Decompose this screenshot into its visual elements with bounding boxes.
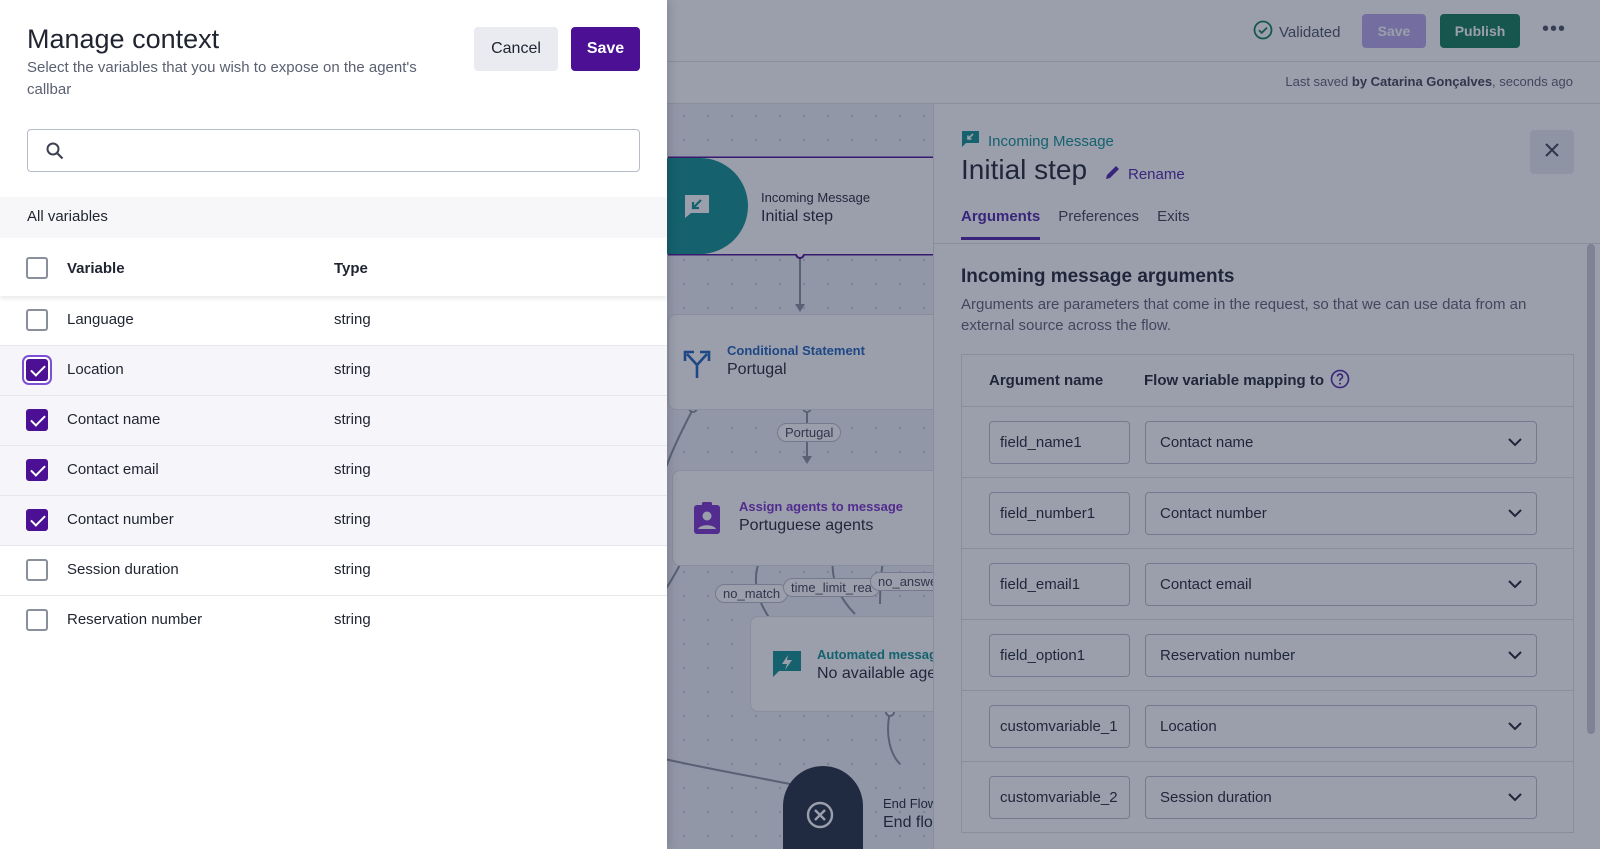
variable-checkbox[interactable] — [26, 309, 48, 331]
variable-name: Location — [67, 361, 124, 378]
col-type: Type — [334, 260, 368, 277]
select-all-checkbox[interactable] — [26, 257, 48, 279]
variable-row[interactable]: Session duration string — [0, 546, 667, 596]
variable-row[interactable]: Contact number string — [0, 496, 667, 546]
search-box — [27, 129, 640, 172]
variable-type: string — [334, 461, 371, 478]
variable-type: string — [334, 361, 371, 378]
variable-row[interactable]: Reservation number string — [0, 596, 667, 646]
variable-row[interactable]: Language string — [0, 296, 667, 346]
variable-name: Contact name — [67, 411, 161, 428]
variable-checkbox[interactable] — [26, 409, 48, 431]
search-input[interactable] — [80, 130, 630, 170]
variables-list: Language string Location string Contact … — [0, 296, 667, 646]
variable-checkbox[interactable] — [26, 509, 48, 531]
variable-row[interactable]: Contact email string — [0, 446, 667, 496]
variable-row[interactable]: Contact name string — [0, 396, 667, 446]
variables-table-header: Variable Type — [0, 240, 667, 296]
search-icon — [46, 142, 64, 165]
variable-type: string — [334, 411, 371, 428]
manage-context-drawer: Manage context Select the variables that… — [0, 0, 667, 849]
variable-name: Session duration — [67, 561, 179, 578]
col-variable: Variable — [67, 260, 125, 277]
variable-type: string — [334, 561, 371, 578]
all-variables-group: All variables — [0, 197, 667, 238]
variable-type: string — [334, 511, 371, 528]
variable-checkbox[interactable] — [26, 459, 48, 481]
drawer-title: Manage context — [27, 24, 220, 54]
variable-type: string — [334, 311, 371, 328]
variable-row[interactable]: Location string — [0, 346, 667, 396]
variable-checkbox[interactable] — [26, 359, 48, 381]
variable-checkbox[interactable] — [26, 559, 48, 581]
variable-type: string — [334, 611, 371, 628]
variable-name: Language — [67, 311, 134, 328]
cancel-button[interactable]: Cancel — [474, 27, 558, 71]
variable-name: Contact email — [67, 461, 159, 478]
drawer-subtitle: Select the variables that you wish to ex… — [27, 59, 417, 98]
variable-name: Reservation number — [67, 611, 203, 628]
variable-checkbox[interactable] — [26, 609, 48, 631]
variable-name: Contact number — [67, 511, 174, 528]
save-button[interactable]: Save — [571, 27, 640, 71]
